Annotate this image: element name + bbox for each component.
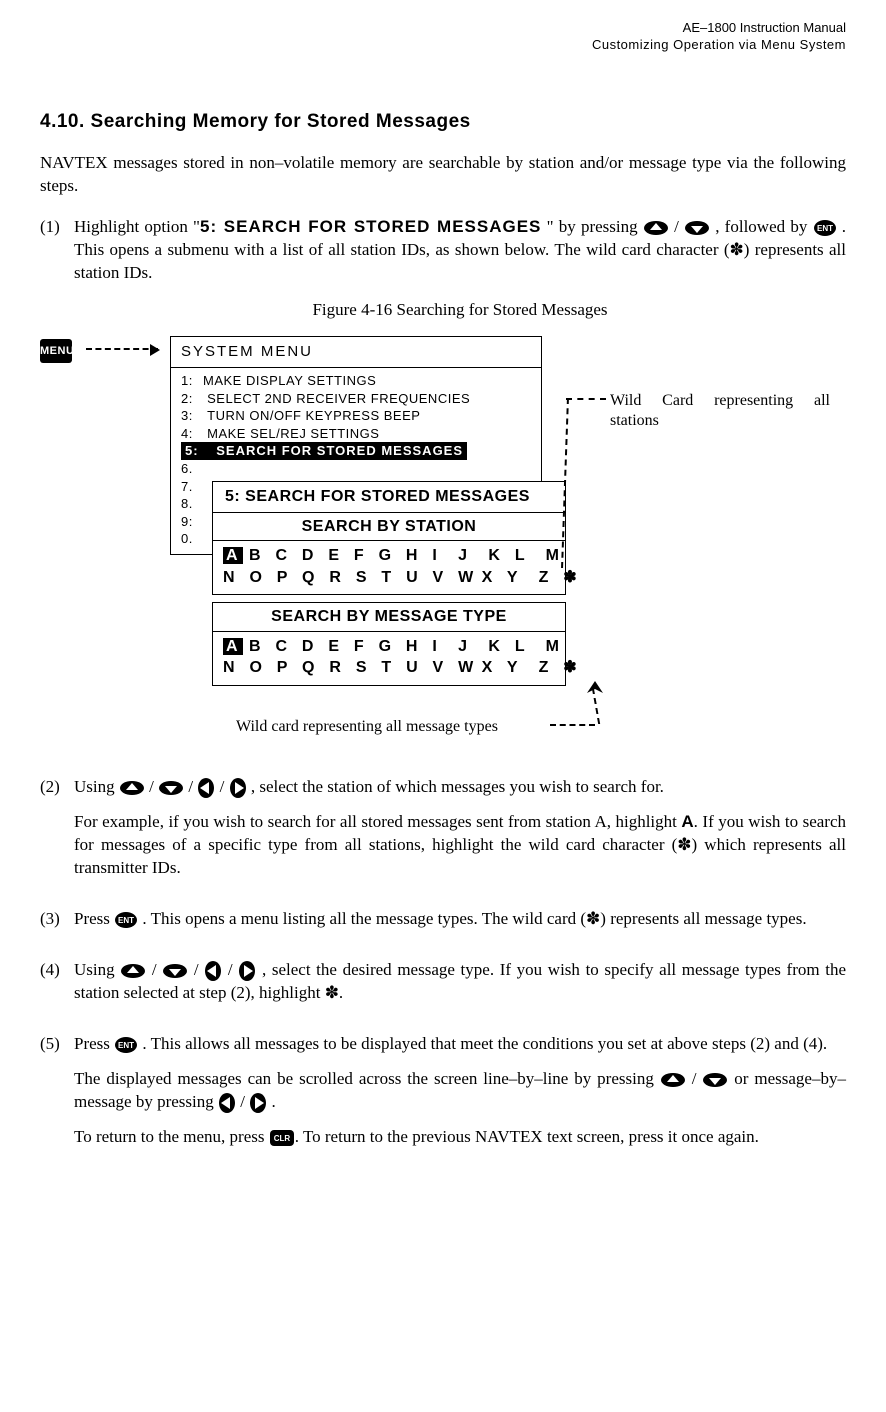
step-1-text: Highlight option "5: SEARCH FOR STORED M… xyxy=(74,216,846,285)
ent-key-icon: ENT xyxy=(114,1036,138,1054)
msgtype-grid[interactable]: A B C D E F G H I J K L M N O P Q R S T … xyxy=(213,632,565,685)
header-line2: Customizing Operation via Menu System xyxy=(40,37,846,54)
system-menu-title: SYSTEM MENU xyxy=(171,337,541,368)
up-key-icon xyxy=(643,220,669,236)
step-3-text: Press ENT . This opens a menu listing al… xyxy=(74,908,846,931)
menu-button[interactable]: MENU xyxy=(40,339,72,363)
step-3: (3) Press ENT . This opens a menu listin… xyxy=(40,908,846,943)
annotation-wildcard-msgtypes: Wild card representing all message types xyxy=(236,716,498,738)
menu-item[interactable]: 2: SELECT 2ND RECEIVER FREQUENCIES xyxy=(181,390,531,408)
section-intro: NAVTEX messages stored in non–volatile m… xyxy=(40,152,846,198)
right-key-icon xyxy=(249,1092,267,1114)
submenu-heading: SEARCH BY MESSAGE TYPE xyxy=(213,603,565,632)
menu-item[interactable]: 3: TURN ON/OFF KEYPRESS BEEP xyxy=(181,407,531,425)
step-2-text-2: For example, if you wish to search for a… xyxy=(74,811,846,880)
down-key-icon xyxy=(702,1072,728,1088)
step-4-text: Using / / / , select the desired message… xyxy=(74,959,846,1005)
step-4: (4) Using / / / , select the desired mes… xyxy=(40,959,846,1017)
menu-item[interactable]: 4: MAKE SEL/REJ SETTINGS xyxy=(181,425,531,443)
svg-text:ENT: ENT xyxy=(118,1041,134,1050)
left-key-icon xyxy=(197,777,215,799)
dashed-callout xyxy=(566,398,606,400)
down-key-icon xyxy=(684,220,710,236)
step-5-text-1: Press ENT . This allows all messages to … xyxy=(74,1033,846,1056)
step-number: (2) xyxy=(40,776,74,892)
down-key-icon xyxy=(158,780,184,796)
step-2-text-1: Using / / / , select the station of whic… xyxy=(74,776,846,799)
step-5: (5) Press ENT . This allows all messages… xyxy=(40,1033,846,1161)
step-number: (3) xyxy=(40,908,74,943)
station-submenu: 5: SEARCH FOR STORED MESSAGES SEARCH BY … xyxy=(212,481,566,595)
grid-selected[interactable]: A xyxy=(223,547,243,564)
up-key-icon xyxy=(120,963,146,979)
station-grid[interactable]: A B C D E F G H I J K L M N O P Q R S T … xyxy=(213,541,565,594)
left-key-icon xyxy=(204,960,222,982)
clr-key-icon: CLR xyxy=(269,1129,295,1147)
grid-selected[interactable]: A xyxy=(223,638,243,655)
svg-text:CLR: CLR xyxy=(274,1134,291,1143)
label-a: A xyxy=(681,812,693,831)
ent-key-icon: ENT xyxy=(114,911,138,929)
dashed-callout xyxy=(550,724,595,726)
section-title: 4.10. Searching Memory for Stored Messag… xyxy=(40,109,846,135)
page-header: AE–1800 Instruction Manual Customizing O… xyxy=(40,20,846,54)
up-key-icon xyxy=(119,780,145,796)
menu-item-selected[interactable]: 5: SEARCH FOR STORED MESSAGES xyxy=(181,442,531,460)
annotation-wildcard-stations: Wild Card representing all stations xyxy=(610,391,830,431)
submenu-title: 5: SEARCH FOR STORED MESSAGES xyxy=(213,482,565,513)
submenu-heading: SEARCH BY STATION xyxy=(213,513,565,542)
figure-caption: Figure 4-16 Searching for Stored Message… xyxy=(74,299,846,322)
svg-text:ENT: ENT xyxy=(817,224,833,233)
step-number: (5) xyxy=(40,1033,74,1161)
svg-text:ENT: ENT xyxy=(118,916,134,925)
up-key-icon xyxy=(660,1072,686,1088)
dashed-callout xyxy=(592,688,600,724)
dashed-arrow-icon xyxy=(86,348,158,352)
option-highlight: 5: SEARCH FOR STORED MESSAGES xyxy=(200,217,541,236)
left-key-icon xyxy=(218,1092,236,1114)
step-1: (1) Highlight option "5: SEARCH FOR STOR… xyxy=(40,216,846,760)
step-5-text-2: The displayed messages can be scrolled a… xyxy=(74,1068,846,1114)
ent-key-icon: ENT xyxy=(813,219,837,237)
msgtype-submenu: SEARCH BY MESSAGE TYPE A B C D E F G H I… xyxy=(212,602,566,686)
right-key-icon xyxy=(238,960,256,982)
arrow-head-icon xyxy=(587,681,603,693)
step-2: (2) Using / / / , select the station of … xyxy=(40,776,846,892)
step-number: (4) xyxy=(40,959,74,1017)
down-key-icon xyxy=(162,963,188,979)
header-line1: AE–1800 Instruction Manual xyxy=(40,20,846,37)
step-5-text-3: To return to the menu, press CLR. To ret… xyxy=(74,1126,846,1149)
right-key-icon xyxy=(229,777,247,799)
menu-item[interactable]: 1:MAKE DISPLAY SETTINGS xyxy=(181,372,531,390)
menu-item[interactable]: 6. xyxy=(181,460,531,478)
diagram: MENU SYSTEM MENU 1:MAKE DISPLAY SETTINGS… xyxy=(40,336,846,746)
